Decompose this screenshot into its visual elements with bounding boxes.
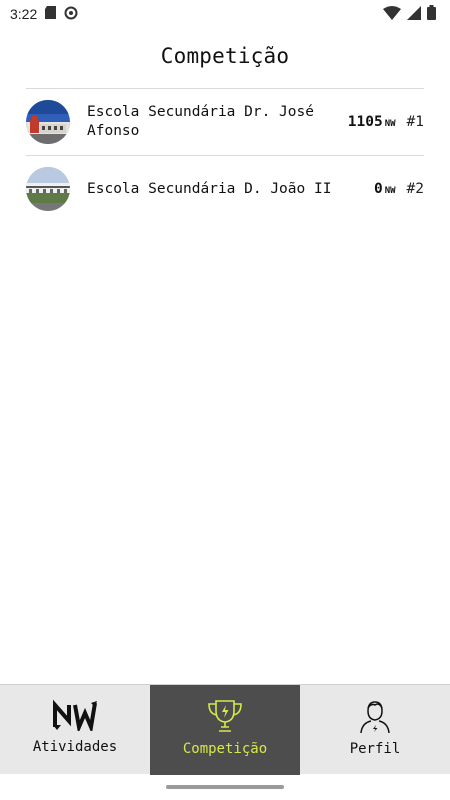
tab-competicao-label: Competição: [182, 741, 268, 757]
points-value: 0: [373, 181, 383, 197]
school-points: 1105 NW: [348, 114, 396, 130]
school-name: Escola Secundária Dr. José Afonso: [87, 104, 314, 139]
trophy-icon: [205, 699, 245, 737]
bottom-navigation: Atividades Competição Perfil: [0, 684, 450, 775]
wifi-icon: [383, 5, 401, 24]
tab-perfil[interactable]: Perfil: [300, 685, 450, 775]
school-rank: #2: [406, 181, 424, 197]
points-unit: NW: [384, 186, 396, 196]
tab-competicao[interactable]: Competição: [150, 685, 300, 775]
tab-perfil-label: Perfil: [349, 741, 401, 757]
school-rank: #1: [406, 114, 424, 130]
school-row[interactable]: Escola Secundária D. João II 0 NW #2: [26, 156, 424, 222]
battery-icon: [427, 4, 436, 24]
status-time: 3:22: [10, 6, 38, 22]
sd-card-icon: [45, 6, 57, 22]
school-avatar: [26, 167, 70, 211]
school-name: Escola Secundária D. João II: [87, 180, 332, 197]
status-bar: 3:22: [0, 0, 450, 28]
gesture-handle[interactable]: [166, 785, 284, 789]
school-points: 0 NW: [374, 181, 396, 197]
signal-icon: [407, 5, 421, 24]
school-avatar: [26, 100, 70, 144]
nw-logo-icon: [51, 699, 99, 735]
tab-atividades[interactable]: Atividades: [0, 685, 150, 775]
person-icon: [357, 699, 393, 737]
points-value: 1105: [347, 114, 383, 130]
points-unit: NW: [384, 119, 396, 129]
tab-atividades-label: Atividades: [32, 739, 118, 755]
school-row[interactable]: Escola Secundária Dr. José Afonso 1105 N…: [26, 89, 424, 155]
page-title: Competição: [160, 44, 290, 68]
sync-icon: [64, 6, 78, 23]
